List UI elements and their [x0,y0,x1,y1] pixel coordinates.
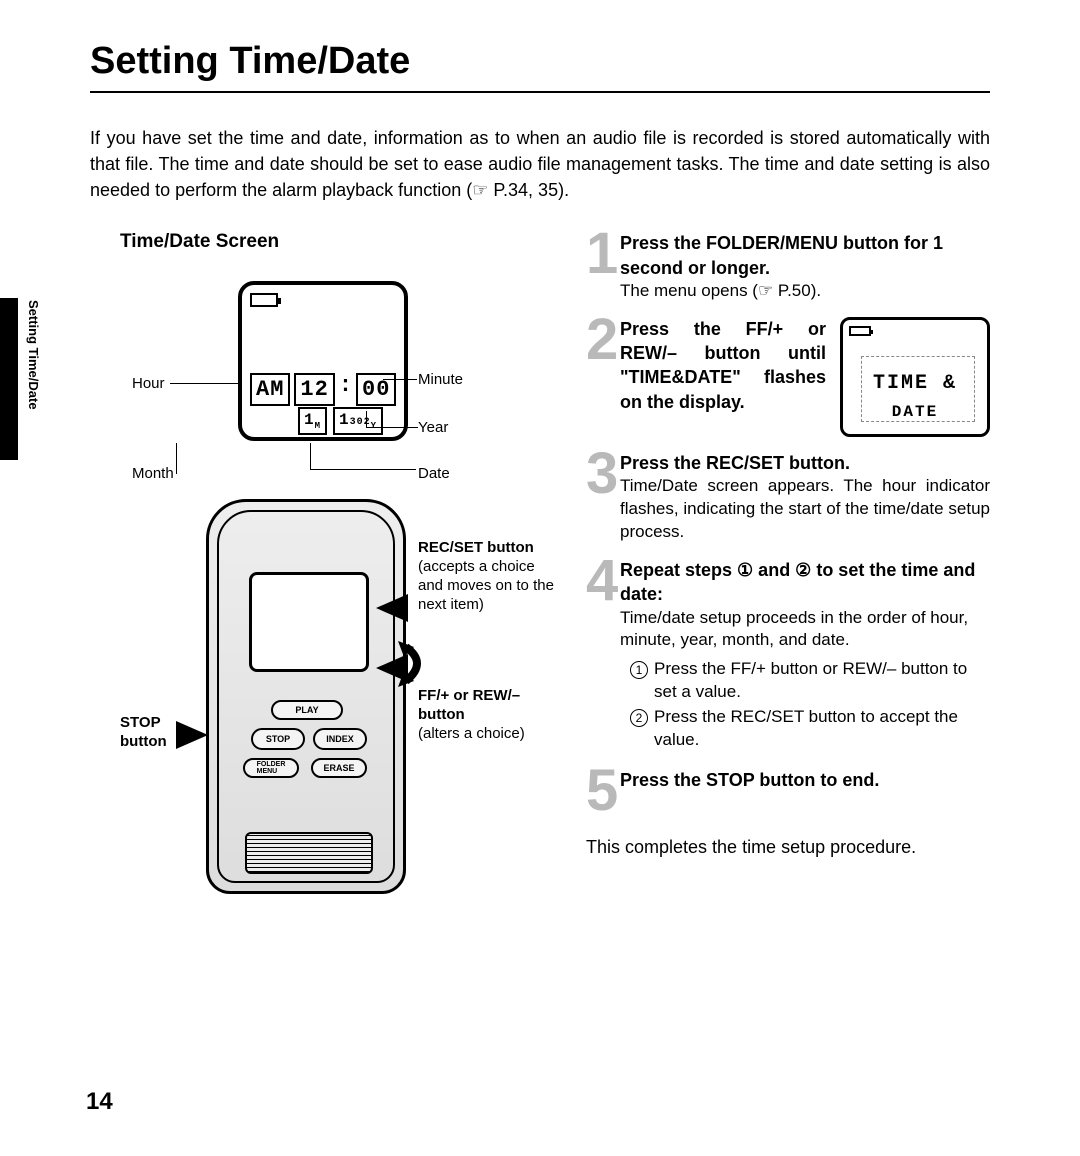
leader-line [366,427,386,428]
step-2-title: Press the FF/+ or REW/– button until "TI… [620,317,826,437]
leader-line [310,469,416,470]
closing-text: This completes the time setup procedure. [586,837,990,858]
leader-line [176,443,177,473]
leader-line [383,379,417,380]
label-minute: Minute [418,371,463,388]
step-1-title: Press the FOLDER/MENU button for 1 secon… [620,231,990,280]
title-rule [90,91,990,93]
device-illustration: PLAY STOP INDEX FOLDER MENU ERASE [120,499,550,909]
index-button-graphic: INDEX [313,728,367,750]
lcd-colon: : [339,373,352,406]
ffrew-callout: FF/+ or REW/– button (alters a choice) [418,687,563,743]
recset-callout: REC/SET button (accepts a choice and mov… [418,539,563,614]
leader-line [176,473,177,474]
lcd-minute: 00 [356,373,396,406]
battery-icon [250,293,278,307]
page-number: 14 [86,1088,113,1116]
step-number: 1 [586,231,620,303]
mini-lcd-line2: DATE [843,402,987,424]
step-1: 1 Press the FOLDER/MENU button for 1 sec… [586,231,990,303]
label-year: Year [418,419,448,436]
step-number: 2 [586,317,620,437]
step-5-title: Press the STOP button to end. [620,768,990,792]
step-4-item-2: 2 Press the REC/SET button to accept the… [630,706,990,752]
battery-icon [849,326,871,336]
step-number: 5 [586,768,620,813]
lcd-hour: 12 [294,373,334,406]
screen-heading: Time/Date Screen [120,231,550,253]
speaker-grille [245,832,373,874]
step-3: 3 Press the REC/SET button. Time/Date sc… [586,451,990,544]
lcd-year: 1302Y [333,407,383,435]
step-4: 4 Repeat steps ① and ② to set the time a… [586,558,990,754]
step-5: 5 Press the STOP button to end. [586,768,990,813]
stop-button-callout: STOP button [120,714,200,752]
mini-lcd: TIME & DATE [840,317,990,437]
circled-number-icon: 1 [630,661,648,679]
lcd-frame: AM 12 : 00 1M 1302Y [238,281,408,441]
step-1-desc: The menu opens (☞ P.50). [620,280,990,303]
right-column: 1 Press the FOLDER/MENU button for 1 sec… [586,231,990,909]
arrow-icon [376,594,408,622]
curved-arrow-icon [398,639,434,689]
recorder-body: PLAY STOP INDEX FOLDER MENU ERASE [206,499,406,894]
intro-paragraph: If you have set the time and date, infor… [90,125,990,203]
step-4-sublist: 1 Press the FF/+ button or REW/– button … [620,658,990,752]
step-3-title: Press the REC/SET button. [620,451,990,475]
step-3-desc: Time/Date screen appears. The hour indic… [620,475,990,544]
mini-lcd-line1: TIME & [843,370,987,397]
step-4-title: Repeat steps ① and ② to set the time and… [620,558,990,607]
lcd-date-row: 1M 1302Y [298,407,383,435]
circled-number-icon: 2 [630,709,648,727]
left-column: Time/Date Screen AM 12 : 00 1M 1302Y Ho [120,231,550,909]
step-4-desc: Time/date setup proceeds in the order of… [620,607,990,653]
play-button-graphic: PLAY [271,700,343,720]
folder-menu-button-graphic: FOLDER MENU [243,758,299,778]
lcd-time-row: AM 12 : 00 [250,373,396,406]
label-hour: Hour [132,375,165,392]
leader-line [366,411,367,427]
leader-line [384,427,418,428]
manual-page: Setting Time/Date If you have set the ti… [0,0,1080,1156]
step-number: 4 [586,558,620,754]
step-number: 3 [586,451,620,544]
lcd-ampm: AM [250,373,290,406]
recorder-screen [249,572,369,672]
erase-button-graphic: ERASE [311,758,367,778]
step-2: 2 Press the FF/+ or REW/– button until "… [586,317,990,437]
lcd-month: 1M [298,407,327,435]
leader-line [310,443,311,469]
page-title: Setting Time/Date [90,40,990,83]
recorder-buttons: PLAY STOP INDEX FOLDER MENU ERASE [233,700,383,820]
label-month: Month [132,465,174,482]
stop-button-graphic: STOP [251,728,305,750]
lcd-diagram: AM 12 : 00 1M 1302Y Hour Minute Month Da… [120,265,550,495]
leader-line [170,383,240,384]
step-4-item-1: 1 Press the FF/+ button or REW/– button … [630,658,990,704]
label-date: Date [418,465,450,482]
